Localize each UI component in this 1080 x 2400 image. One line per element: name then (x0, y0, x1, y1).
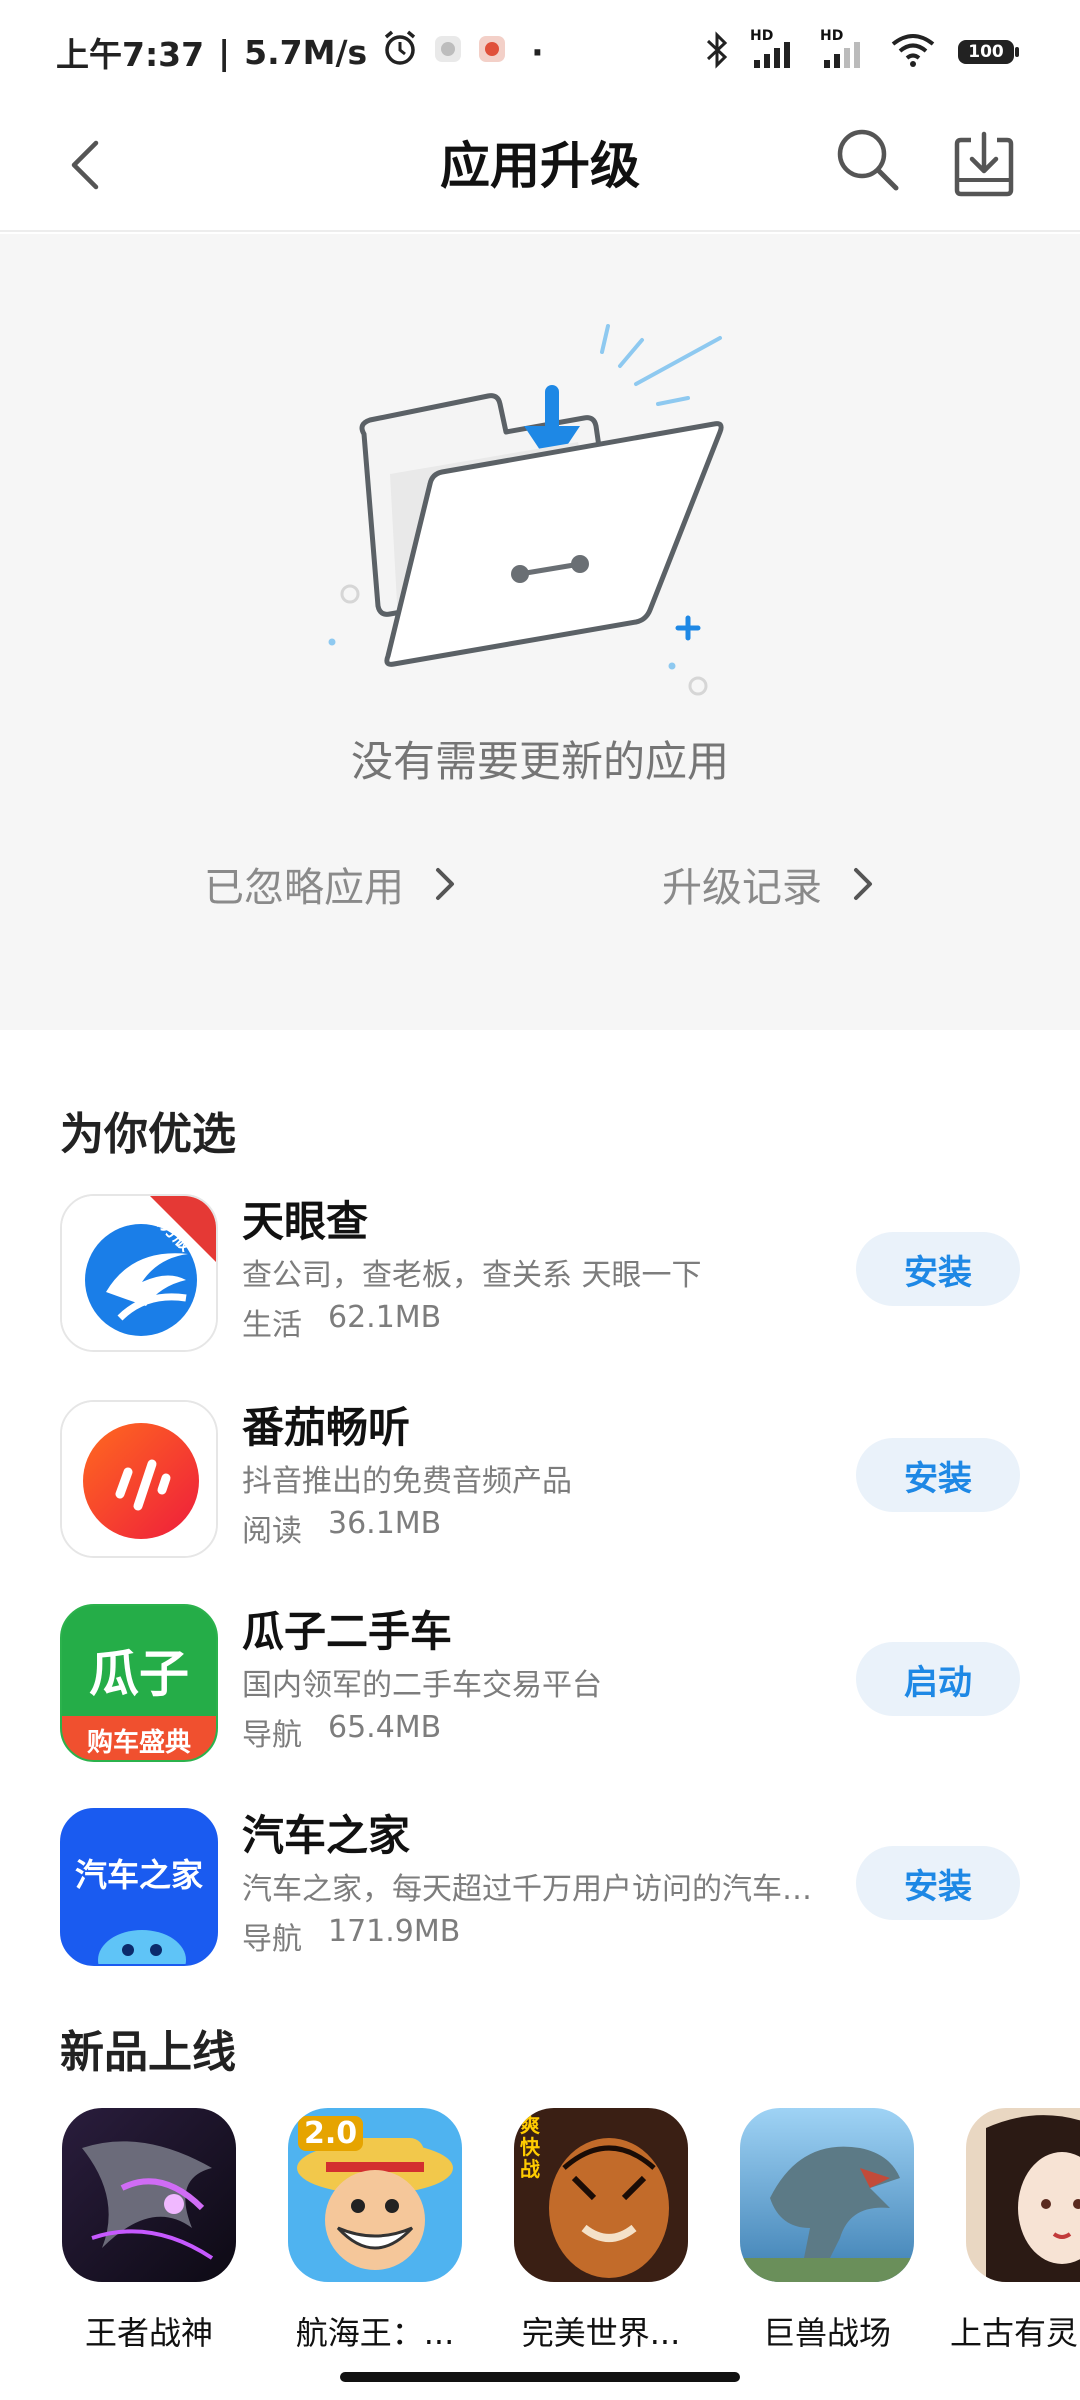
app-list-item[interactable]: 汽车之家 汽车之家 汽车之家，每天超过千万用户访问的汽车网站 导航 171.9M… (0, 1798, 1080, 1978)
cell-signal-icon: HD (750, 28, 800, 72)
update-history-label: 升级记录 (662, 865, 822, 911)
app-meta: 阅读 36.1MB (242, 1506, 441, 1550)
home-indicator[interactable] (340, 2372, 740, 2382)
status-time: 上午7:37 (56, 35, 205, 74)
empty-state-panel: 没有需要更新的应用 已忽略应用 升级记录 (0, 234, 1080, 1030)
app-meta: 导航 171.9MB (242, 1914, 460, 1958)
app-size: 62.1MB (328, 1300, 442, 1335)
status-bar-right: HD HD 100 (704, 28, 1020, 76)
game-name: 王者战神 (84, 2314, 213, 2352)
app-notification-icon (477, 33, 507, 72)
battery-icon: 100 (956, 37, 1020, 67)
chevron-right-icon (436, 868, 454, 900)
recommend-section-title: 为你优选 (60, 1109, 236, 1160)
status-separator: | (218, 32, 231, 72)
app-size: 65.4MB (328, 1710, 442, 1745)
app-name: 瓜子二手车 (242, 1607, 453, 1656)
status-dot: · (531, 32, 544, 72)
new-game-item[interactable]: 爽快战 完美世界... (494, 2108, 694, 2368)
download-manager-button[interactable] (948, 120, 1020, 210)
guazi-icon-subtext: 购车盛典 (86, 1728, 191, 1758)
new-arrivals-row: 王者战神 2.0 航海王：... 爽快战 完美世界... 巨兽战场 上古有灵 (0, 2108, 1080, 2368)
app-description: 国内领军的二手车交易平台 (242, 1668, 602, 1703)
wifi-icon (890, 30, 936, 74)
alarm-icon (381, 29, 419, 75)
new-game-item[interactable]: 巨兽战场 (720, 2108, 920, 2368)
game-icon (62, 2108, 236, 2282)
status-bar: 上午7:37 | 5.7M/s · HD HD 100 (0, 0, 1080, 100)
app-category: 阅读 (242, 1514, 302, 1549)
game-icon (966, 2108, 1080, 2282)
guazi-app-icon: 瓜子 购车盛典 (60, 1604, 218, 1762)
app-list-item[interactable]: 官方版 天眼查 查公司，查老板，查关系 天眼一下 生活 62.1MB 安装 (0, 1184, 1080, 1364)
app-description: 汽车之家，每天超过千万用户访问的汽车网站 (242, 1872, 830, 1907)
new-game-item[interactable]: 2.0 航海王：... (268, 2108, 468, 2368)
version-badge: 2.0 (298, 2116, 364, 2151)
empty-message: 没有需要更新的应用 (350, 737, 729, 786)
cell-signal-icon: HD (820, 28, 870, 72)
new-arrivals-section-title: 新品上线 (60, 2027, 236, 2078)
app-meta: 生活 62.1MB (242, 1300, 441, 1344)
app-description: 查公司，查老板，查关系 天眼一下 (242, 1258, 702, 1293)
app-description: 抖音推出的免费音频产品 (242, 1464, 572, 1499)
launch-button[interactable]: 启动 (856, 1642, 1020, 1716)
game-name: 巨兽战场 (762, 2314, 891, 2352)
search-button[interactable] (832, 120, 904, 200)
bluetooth-icon (704, 30, 730, 74)
app-size: 36.1MB (328, 1506, 442, 1541)
ignored-apps-label: 已忽略应用 (204, 865, 404, 911)
install-button[interactable]: 安装 (856, 1438, 1020, 1512)
app-category: 生活 (242, 1308, 302, 1343)
game-icon: 爽快战 (514, 2108, 688, 2282)
empty-folder-illustration (328, 324, 724, 696)
autohome-app-icon: 汽车之家 (60, 1808, 218, 1966)
new-game-item[interactable]: 上古有灵 (946, 2108, 1080, 2368)
app-name: 番茄畅听 (242, 1403, 411, 1452)
search-icon (837, 129, 899, 191)
app-category: 导航 (242, 1718, 302, 1753)
app-name: 汽车之家 (242, 1811, 411, 1860)
page-title: 应用升级 (440, 137, 640, 195)
network-speed: 5.7M/s (244, 32, 368, 72)
ignored-apps-link[interactable]: 已忽略应用 (204, 854, 456, 914)
app-meta: 导航 65.4MB (242, 1710, 441, 1754)
tianyancha-app-icon: 官方版 (60, 1194, 218, 1352)
app-size: 171.9MB (328, 1914, 461, 1949)
fanqie-changting-app-icon (60, 1400, 218, 1558)
status-bar-left: 上午7:37 | 5.7M/s · (56, 28, 544, 76)
game-name: 上古有灵 (950, 2314, 1079, 2352)
app-name: 天眼查 (242, 1197, 369, 1246)
game-icon (740, 2108, 914, 2282)
install-button[interactable]: 安装 (856, 1846, 1020, 1920)
app-notification-icon (433, 33, 463, 72)
update-history-link[interactable]: 升级记录 (662, 854, 874, 914)
game-name: 完美世界... (521, 2314, 681, 2352)
new-game-item[interactable]: 王者战神 (42, 2108, 242, 2368)
app-header: 应用升级 (0, 100, 1080, 232)
game-tag: 爽快战 (520, 2113, 540, 2181)
chevron-right-icon (854, 868, 872, 900)
app-list-item[interactable]: 瓜子 购车盛典 瓜子二手车 国内领军的二手车交易平台 导航 65.4MB 启动 (0, 1594, 1080, 1774)
guazi-icon-text: 瓜子 (89, 1645, 189, 1703)
game-icon: 2.0 (288, 2108, 462, 2282)
install-button[interactable]: 安装 (856, 1232, 1020, 1306)
app-list-item[interactable]: 番茄畅听 抖音推出的免费音频产品 阅读 36.1MB 安装 (0, 1390, 1080, 1570)
app-category: 导航 (242, 1922, 302, 1957)
game-name: 航海王：... (295, 2314, 455, 2352)
download-icon (954, 131, 1014, 197)
